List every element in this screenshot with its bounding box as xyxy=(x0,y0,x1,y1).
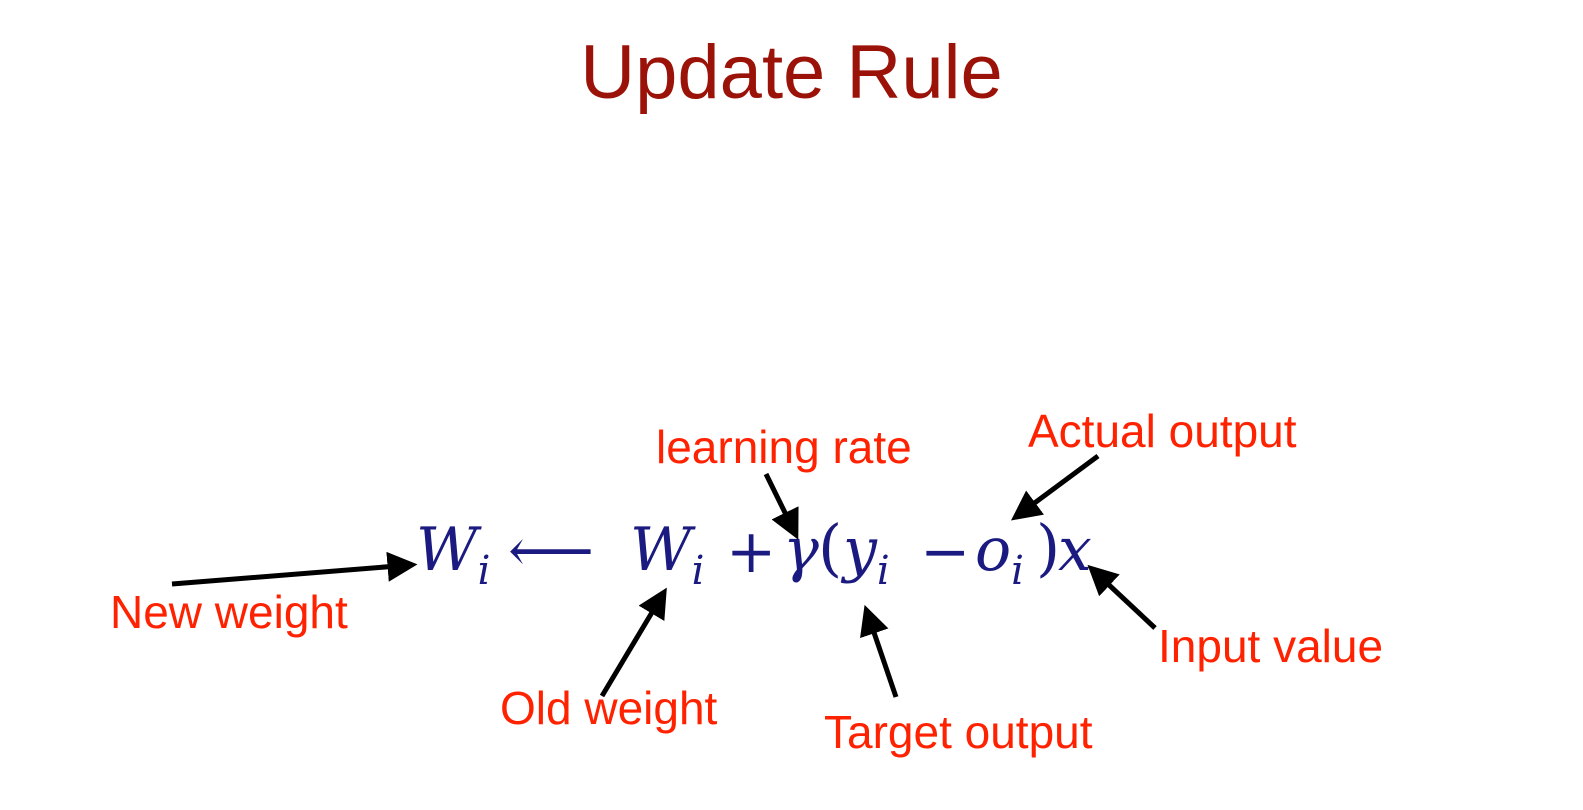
arrow-old-weight xyxy=(599,587,667,698)
arrow-input-value xyxy=(1087,564,1157,630)
pointer-arrows xyxy=(171,453,1157,698)
arrow-learning-rate xyxy=(763,472,799,540)
arrow-target-output xyxy=(860,604,899,698)
arrow-new-weight xyxy=(171,551,418,587)
arrow-actual-output xyxy=(1010,453,1100,521)
